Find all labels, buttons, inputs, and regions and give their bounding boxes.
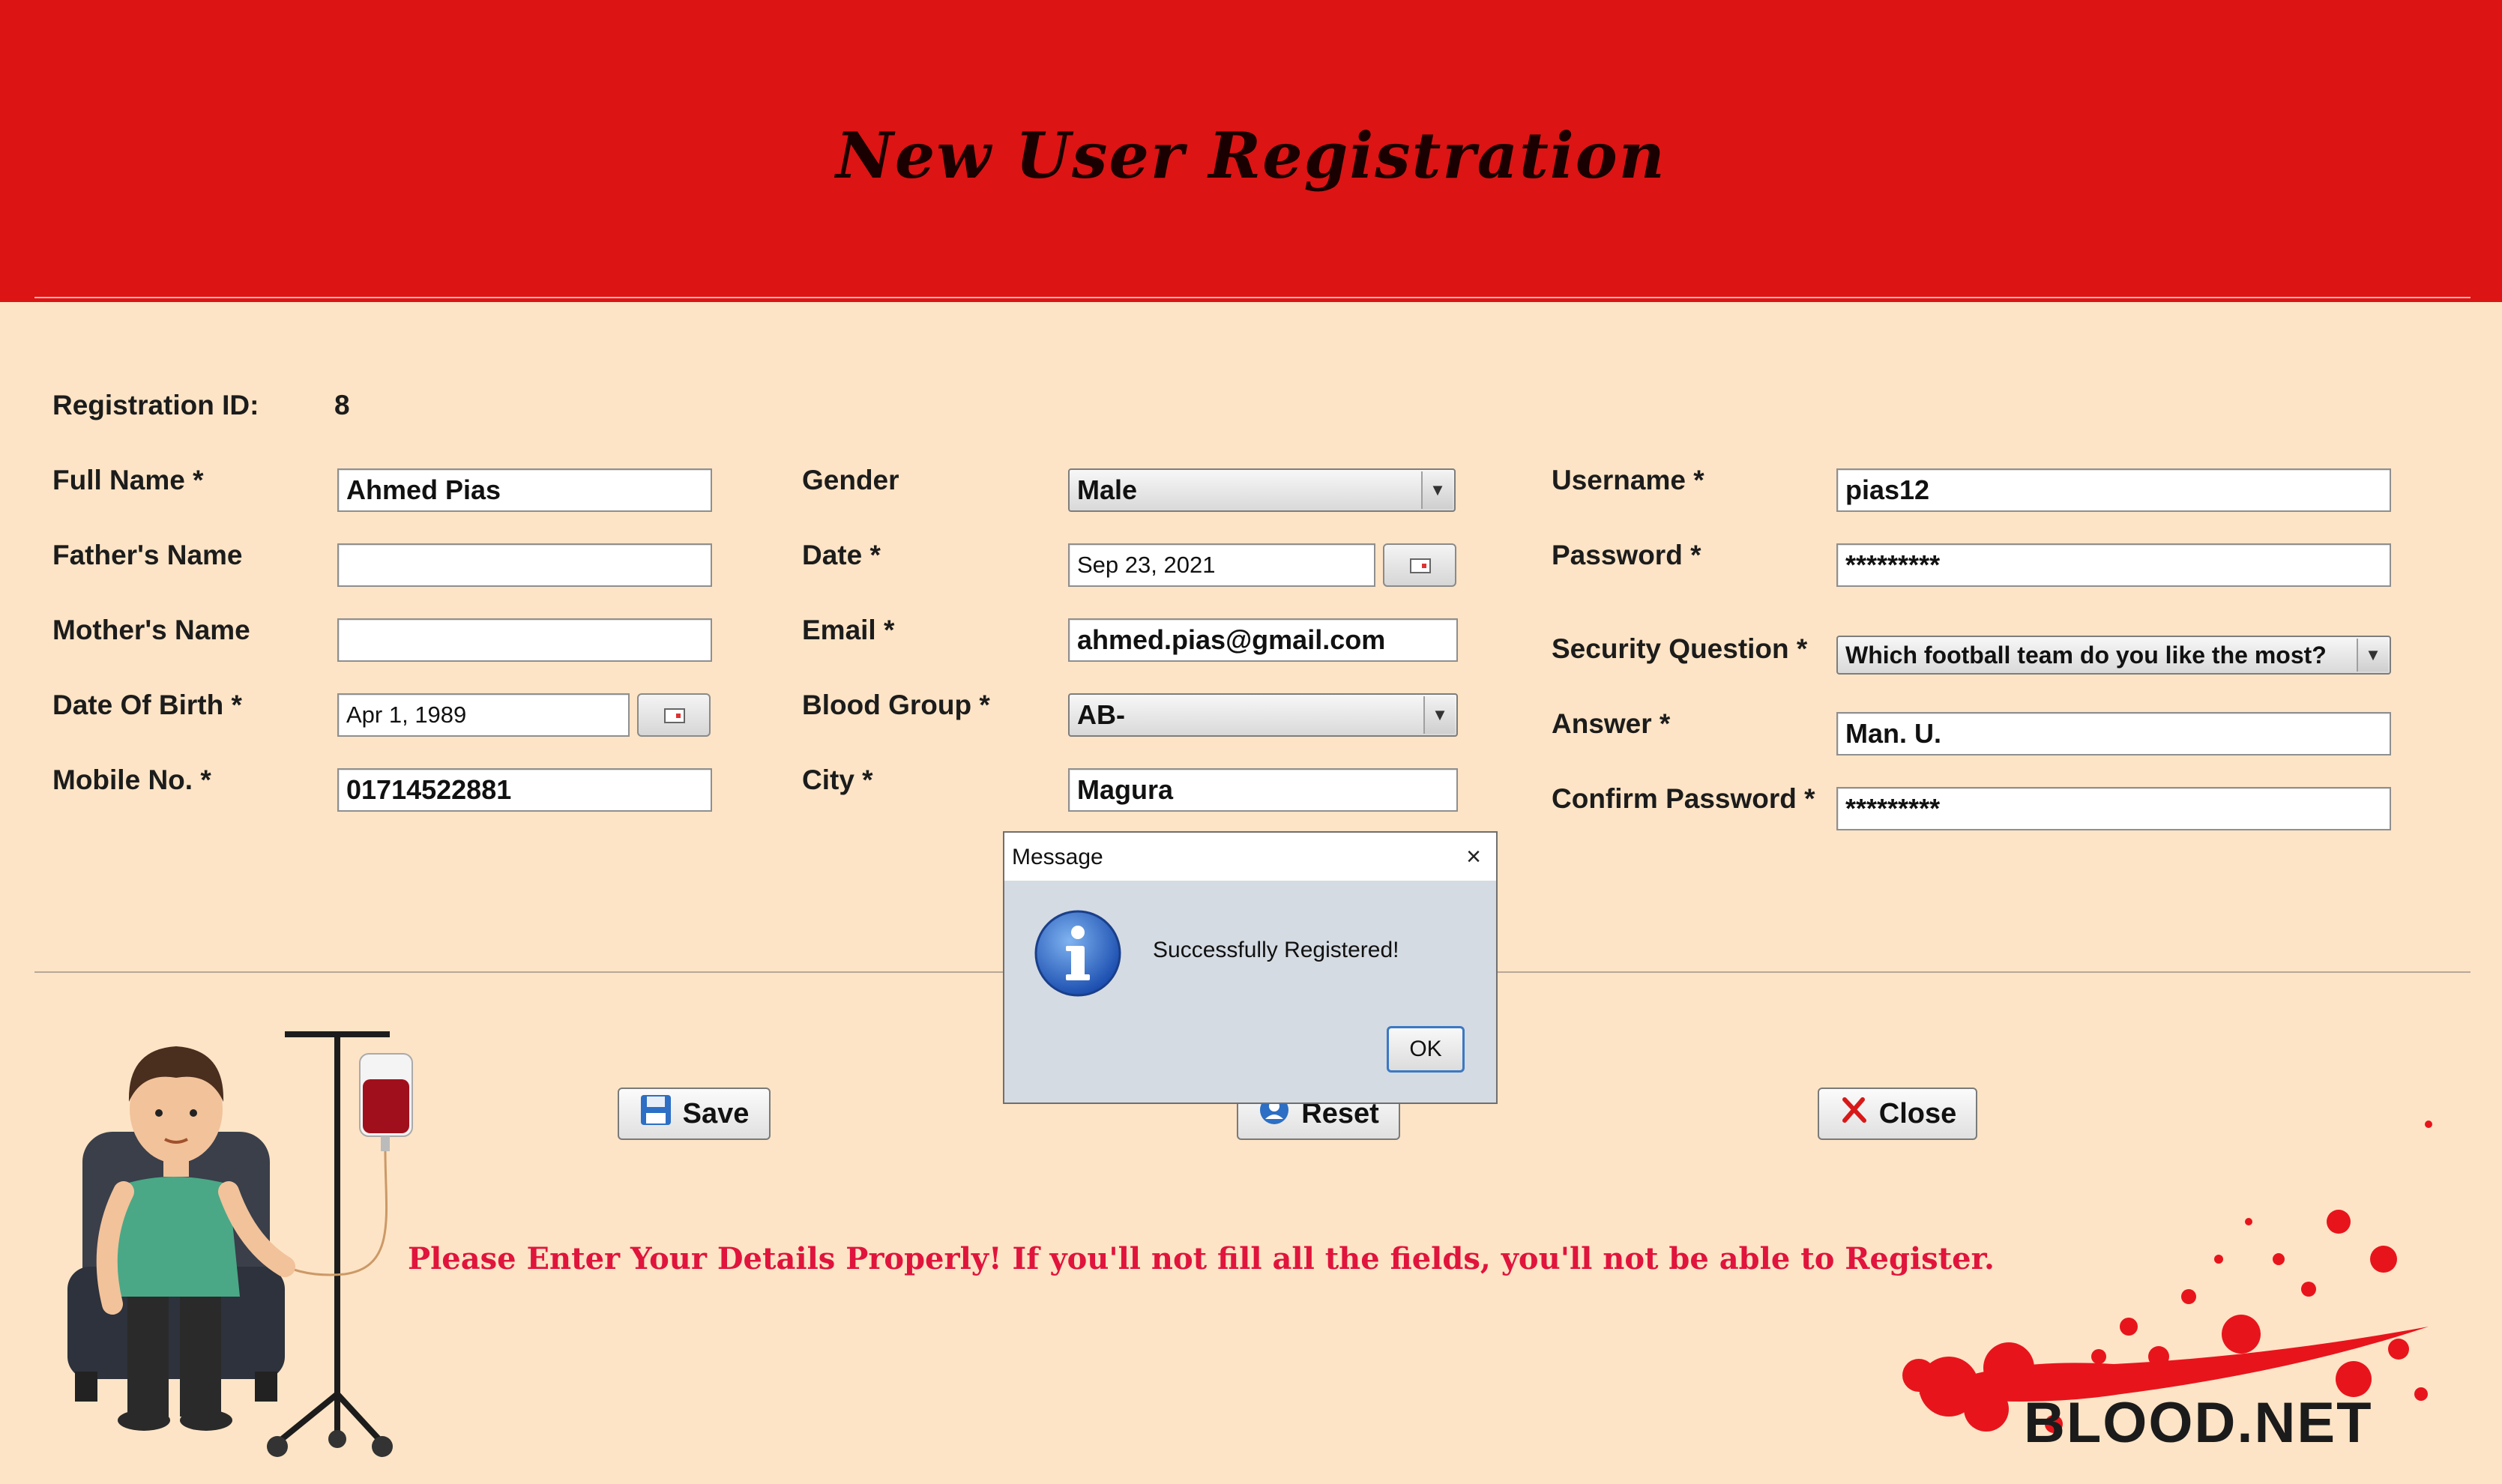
gender-label: Gender bbox=[802, 465, 899, 495]
warning-text: Please Enter Your Details Properly! If y… bbox=[408, 1241, 1995, 1276]
gender-value: Male bbox=[1077, 474, 1138, 505]
floppy-disk-icon bbox=[639, 1094, 672, 1134]
dialog-title: Message bbox=[1012, 845, 1103, 869]
email-field[interactable]: ahmed.pias@gmail.com bbox=[1068, 618, 1458, 662]
security-question-value: Which football team do you like the most… bbox=[1845, 642, 2327, 669]
blood-group-value: AB- bbox=[1077, 699, 1125, 730]
info-icon bbox=[1033, 908, 1123, 1002]
mothers-name-label: Mother's Name bbox=[52, 615, 250, 645]
dialog-titlebar: Message × bbox=[1004, 833, 1496, 881]
username-label: Username * bbox=[1552, 465, 1704, 495]
gender-select[interactable]: Male ▼ bbox=[1068, 468, 1456, 512]
dob-label: Date Of Birth * bbox=[52, 690, 242, 720]
close-icon bbox=[1839, 1095, 1869, 1132]
patient-illustration bbox=[67, 1031, 413, 1457]
dialog-close-button[interactable]: × bbox=[1466, 833, 1481, 881]
save-button[interactable]: Save bbox=[618, 1088, 771, 1140]
mobile-label: Mobile No. * bbox=[52, 764, 211, 795]
full-name-field[interactable]: Ahmed Pias bbox=[337, 468, 712, 512]
mobile-field[interactable]: 01714522881 bbox=[337, 768, 712, 812]
registration-id-value: 8 bbox=[334, 390, 350, 420]
security-question-label: Security Question * bbox=[1552, 633, 1808, 664]
security-question-select[interactable]: Which football team do you like the most… bbox=[1836, 636, 2391, 675]
chevron-down-icon[interactable]: ▼ bbox=[2357, 639, 2388, 672]
save-button-label: Save bbox=[682, 1097, 750, 1129]
answer-label: Answer * bbox=[1552, 708, 1671, 739]
answer-field[interactable]: Man. U. bbox=[1836, 712, 2391, 755]
city-label: City * bbox=[802, 764, 873, 795]
mothers-name-field[interactable] bbox=[337, 618, 712, 662]
header-bar: New User Registration bbox=[0, 0, 2502, 302]
blood-group-select[interactable]: AB- ▼ bbox=[1068, 693, 1458, 737]
blood-group-label: Blood Group * bbox=[802, 690, 990, 720]
full-name-label: Full Name * bbox=[52, 465, 204, 495]
brand-logo-text: BLOOD.NET bbox=[2024, 1391, 2373, 1455]
ok-button[interactable]: OK bbox=[1387, 1026, 1465, 1073]
calendar-icon bbox=[1410, 558, 1431, 573]
date-field[interactable]: Sep 23, 2021 bbox=[1068, 543, 1375, 587]
email-label: Email * bbox=[802, 615, 895, 645]
fathers-name-label: Father's Name bbox=[52, 540, 243, 570]
date-calendar-button[interactable] bbox=[1383, 543, 1456, 587]
dialog-message: Successfully Registered! bbox=[1153, 938, 1399, 962]
confirm-password-field[interactable]: ********* bbox=[1836, 787, 2391, 830]
page-title: New User Registration bbox=[836, 118, 1666, 193]
city-field[interactable]: Magura bbox=[1068, 768, 1458, 812]
password-label: Password * bbox=[1552, 540, 1701, 570]
message-dialog: Message × Successfully Registered! OK bbox=[1003, 831, 1498, 1104]
confirm-password-label: Confirm Password * bbox=[1552, 783, 1815, 814]
dob-calendar-button[interactable] bbox=[637, 693, 711, 737]
fathers-name-field[interactable] bbox=[337, 543, 712, 587]
calendar-icon bbox=[664, 708, 685, 723]
registration-id-label: Registration ID: bbox=[52, 390, 259, 420]
header-divider bbox=[34, 297, 2471, 298]
dob-field[interactable]: Apr 1, 1989 bbox=[337, 693, 630, 737]
username-field[interactable]: pias12 bbox=[1836, 468, 2391, 512]
password-field[interactable]: ********* bbox=[1836, 543, 2391, 587]
chevron-down-icon[interactable]: ▼ bbox=[1421, 471, 1453, 509]
date-label: Date * bbox=[802, 540, 881, 570]
chevron-down-icon[interactable]: ▼ bbox=[1423, 696, 1455, 734]
